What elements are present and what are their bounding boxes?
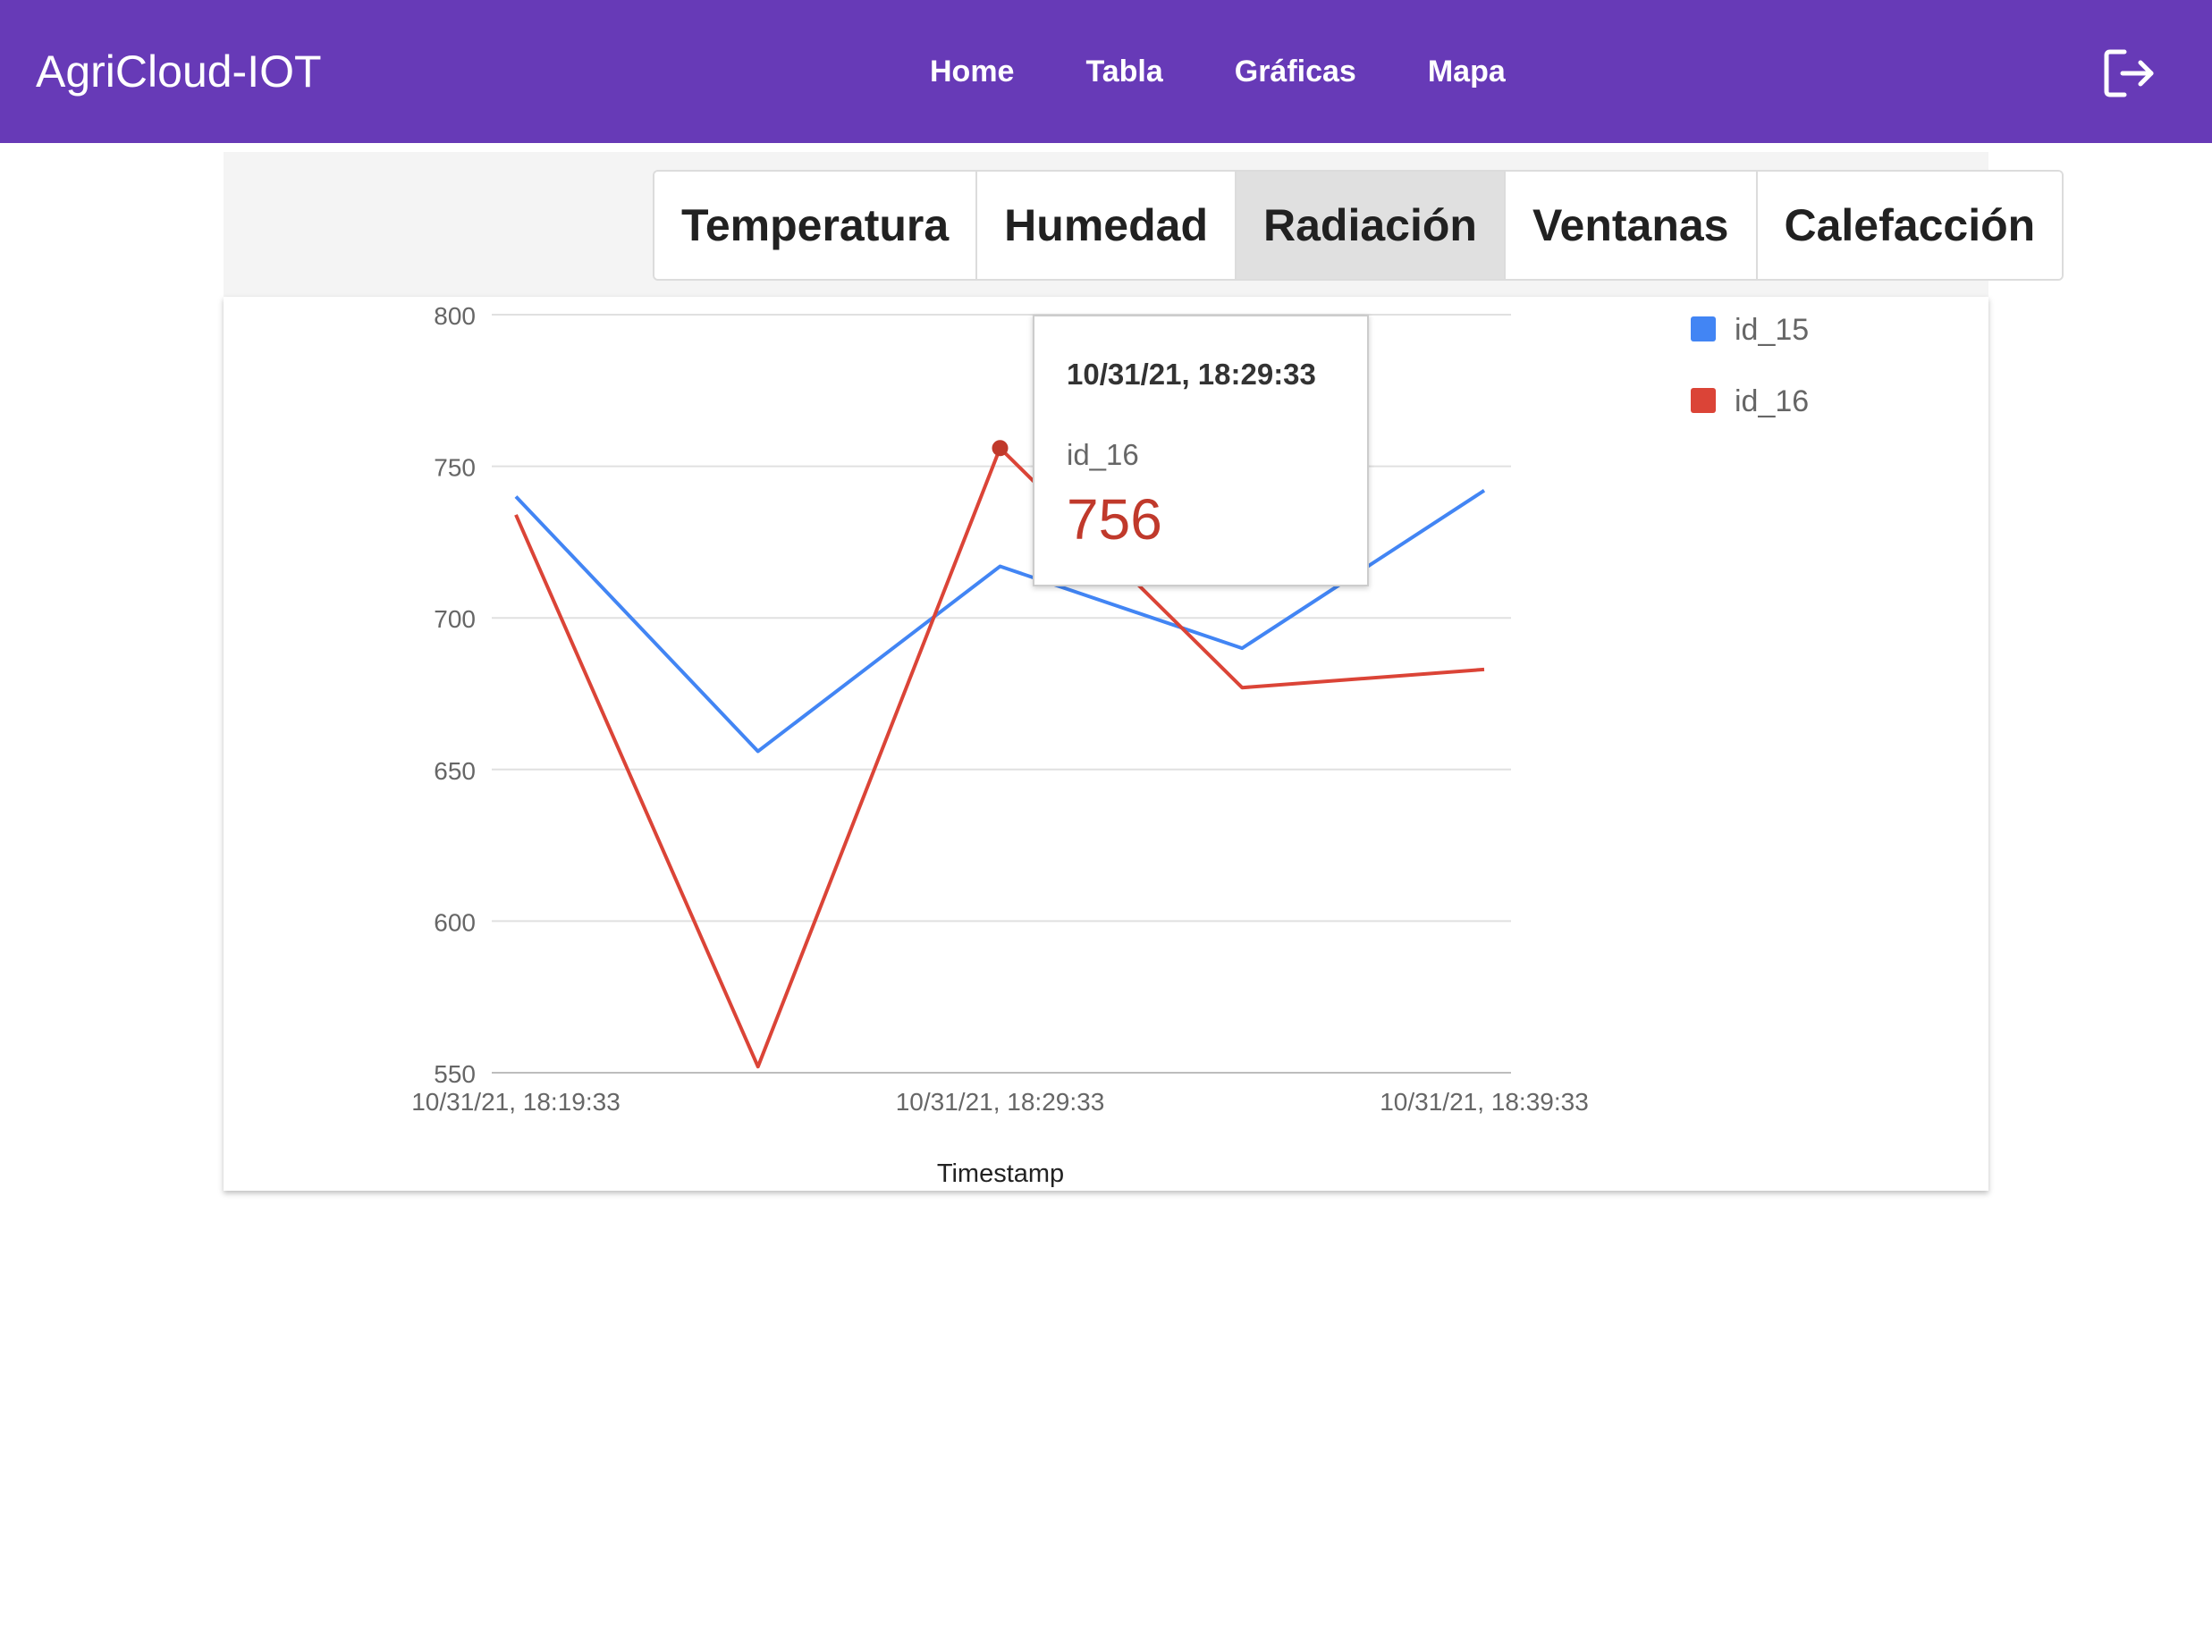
x-tick-label: 10/31/21, 18:39:33: [1380, 1088, 1589, 1116]
legend-swatch: [1691, 388, 1716, 413]
nav-mapa[interactable]: Mapa: [1392, 0, 1541, 143]
brand-title[interactable]: AgriCloud-IOT: [36, 0, 322, 143]
sensor-tabs: Temperatura Humedad Radiación Ventanas C…: [653, 170, 2064, 281]
tooltip-series: id_16: [1067, 438, 1139, 471]
x-tick-label: 10/31/21, 18:29:33: [896, 1088, 1105, 1116]
tab-radiacion[interactable]: Radiación: [1236, 172, 1506, 279]
logout-icon[interactable]: [2101, 45, 2158, 102]
legend-label: id_15: [1735, 313, 1809, 347]
y-tick-label: 750: [434, 454, 476, 482]
tab-ventanas[interactable]: Ventanas: [1505, 172, 1758, 279]
tooltip-value: 756: [1067, 487, 1162, 552]
legend-label: id_16: [1735, 384, 1809, 418]
chart-tooltip: 10/31/21, 18:29:33 id_16 756: [1033, 315, 1369, 586]
logout-icon-graphic: [2104, 49, 2154, 97]
x-axis-title: Timestamp: [937, 1159, 1064, 1188]
nav-links: Home Tabla Gráficas Mapa: [894, 0, 1541, 143]
y-tick-label: 550: [434, 1060, 476, 1088]
x-tick-label: 10/31/21, 18:19:33: [411, 1088, 621, 1116]
y-tick-label: 650: [434, 757, 476, 785]
tab-humedad[interactable]: Humedad: [977, 172, 1237, 279]
legend-swatch: [1691, 316, 1716, 341]
nav-home[interactable]: Home: [894, 0, 1050, 143]
top-navbar: AgriCloud-IOT Home Tabla Gráficas Mapa: [0, 0, 2212, 143]
chart-card: 550 600 650 700 750 800 10/31/21, 18:19:33 10/3…: [224, 297, 1988, 1191]
tabs-container: Temperatura Humedad Radiación Ventanas C…: [224, 152, 2064, 299]
tab-calefaccion[interactable]: Calefacción: [1757, 172, 2063, 279]
tooltip-time: 10/31/21, 18:29:33: [1067, 358, 1316, 391]
y-tick-label: 800: [434, 302, 476, 330]
nav-tabla[interactable]: Tabla: [1050, 0, 1198, 143]
nav-graficas[interactable]: Gráficas: [1199, 0, 1392, 143]
tab-temperatura[interactable]: Temperatura: [654, 172, 978, 279]
highlight-point: [992, 440, 1009, 457]
y-tick-label: 600: [434, 908, 476, 936]
y-tick-label: 700: [434, 605, 476, 633]
